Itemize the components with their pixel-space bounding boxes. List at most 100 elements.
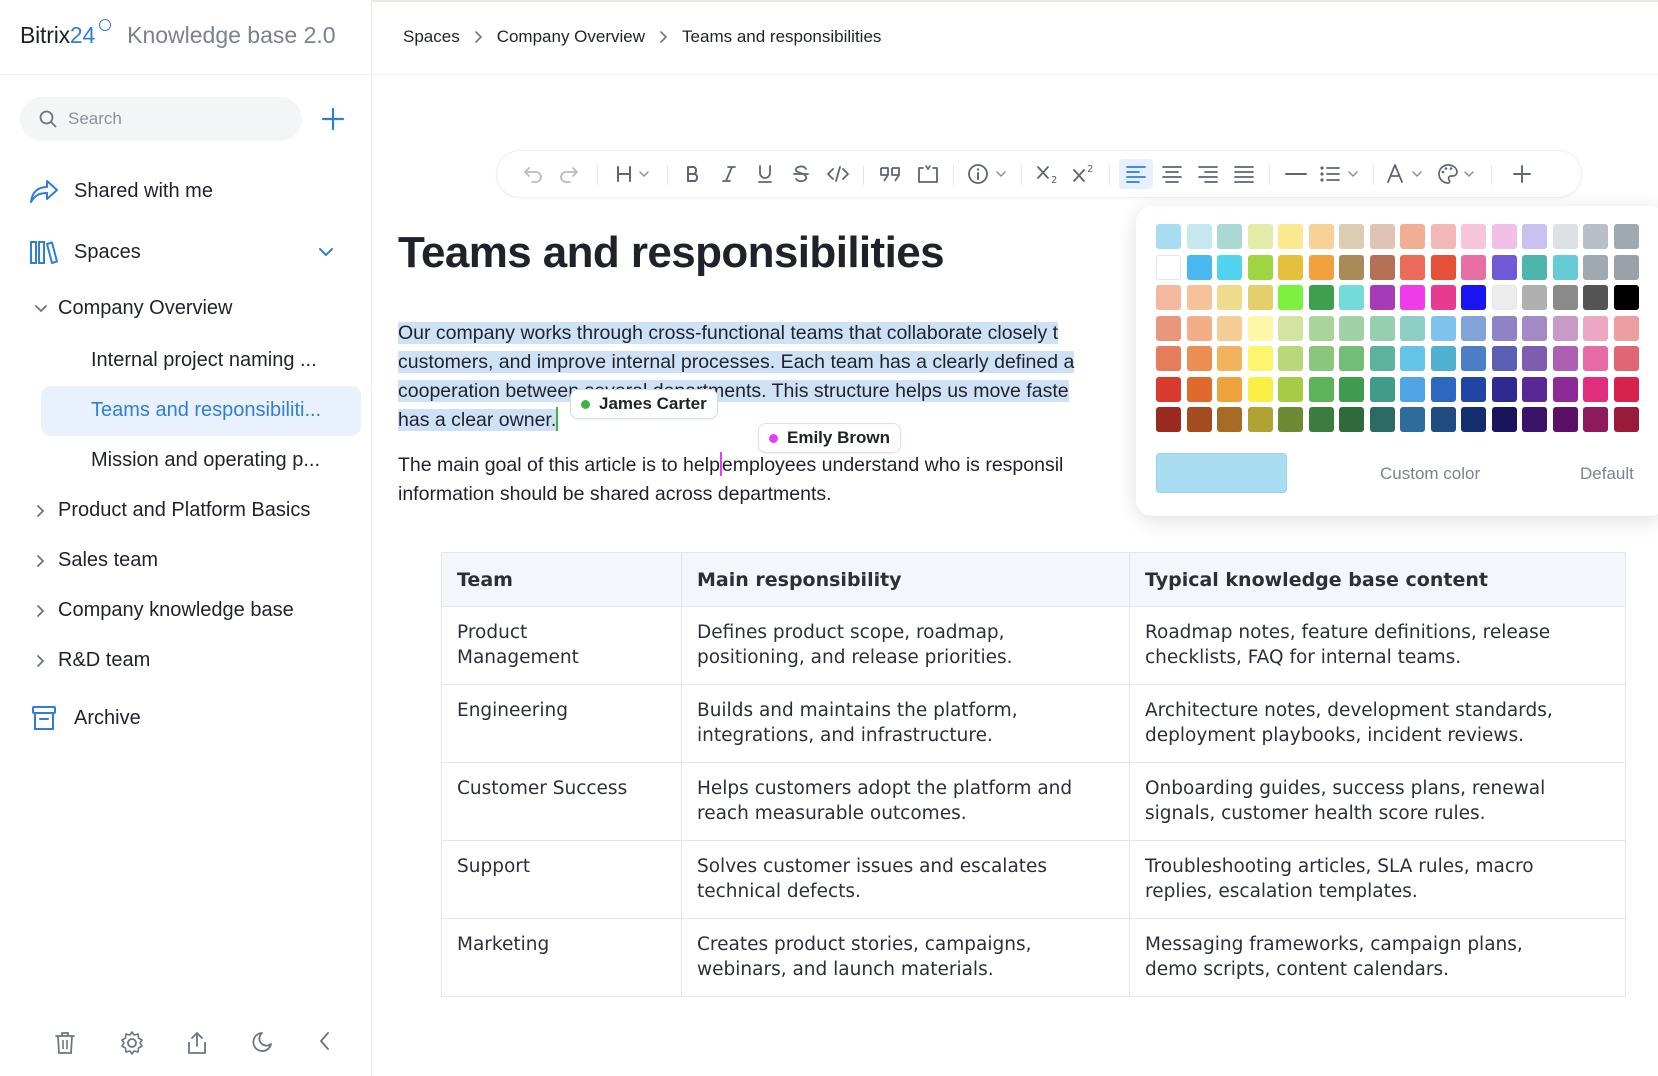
color-swatch[interactable] [1583, 254, 1608, 280]
color-swatch[interactable] [1278, 254, 1303, 280]
table-cell-team[interactable]: Customer Success [441, 762, 682, 841]
color-swatch[interactable] [1491, 346, 1517, 371]
color-swatch[interactable] [1491, 315, 1517, 341]
color-swatch[interactable] [1186, 376, 1212, 402]
color-swatch[interactable] [1278, 376, 1303, 402]
color-swatch[interactable] [1583, 407, 1608, 432]
color-swatch[interactable] [1369, 376, 1395, 402]
color-swatch[interactable] [1552, 376, 1578, 402]
color-swatch[interactable] [1400, 376, 1425, 402]
color-swatch[interactable] [1308, 254, 1334, 280]
color-swatch[interactable] [1186, 346, 1212, 371]
color-swatch[interactable] [1583, 376, 1608, 402]
breadcrumb-spaces[interactable]: Spaces [403, 27, 460, 47]
color-swatch[interactable] [1156, 224, 1181, 249]
color-swatch[interactable] [1552, 315, 1578, 341]
color-swatch[interactable] [1461, 376, 1486, 402]
undo-button[interactable] [519, 151, 547, 197]
color-swatch[interactable] [1156, 315, 1181, 341]
tree-item-sales-team[interactable]: Sales team [30, 549, 158, 572]
color-swatch[interactable] [1217, 315, 1242, 341]
color-swatch[interactable] [1583, 285, 1608, 310]
color-swatch[interactable] [1552, 285, 1578, 310]
table-cell-responsibility[interactable]: Helps customers adopt the platform and re… [681, 762, 1130, 841]
color-swatch[interactable] [1247, 254, 1273, 280]
table-cell-team[interactable]: Product Management [441, 606, 682, 685]
color-swatch[interactable] [1613, 315, 1639, 341]
color-swatch[interactable] [1583, 315, 1608, 341]
color-swatch[interactable] [1247, 376, 1273, 402]
align-center-button[interactable] [1157, 151, 1187, 197]
color-swatch[interactable] [1369, 346, 1395, 371]
color-swatch[interactable] [1491, 254, 1517, 280]
table-cell-team[interactable]: Support [441, 840, 682, 919]
trash-button[interactable] [53, 1030, 81, 1058]
table-header-responsibility[interactable]: Main responsibility [681, 552, 1130, 607]
color-swatch[interactable] [1613, 254, 1639, 280]
color-swatch[interactable] [1491, 376, 1517, 402]
color-swatch[interactable] [1156, 407, 1181, 432]
table-cell-responsibility[interactable]: Defines product scope, roadmap, positioni… [681, 606, 1130, 685]
color-swatch[interactable] [1400, 315, 1425, 341]
table-cell-content[interactable]: Troubleshooting articles, SLA rules, mac… [1129, 840, 1626, 919]
color-swatch[interactable] [1308, 315, 1334, 341]
color-swatch[interactable] [1247, 346, 1273, 371]
color-swatch[interactable] [1461, 315, 1486, 341]
color-swatch[interactable] [1186, 224, 1212, 249]
redo-button[interactable] [555, 151, 583, 197]
color-swatch[interactable] [1552, 407, 1578, 432]
dark-mode-button[interactable] [251, 1030, 279, 1058]
paragraph-2[interactable]: The main goal of this article is to help… [398, 451, 1063, 509]
brand-logo[interactable]: Bitrix 24 Knowledge base 2.0 [20, 19, 336, 56]
color-swatch[interactable] [1461, 285, 1486, 310]
color-swatch[interactable] [1247, 315, 1273, 341]
table-cell-team[interactable]: Engineering [441, 684, 682, 763]
color-swatch[interactable] [1400, 254, 1425, 280]
color-swatch[interactable] [1308, 224, 1334, 249]
color-swatch[interactable] [1339, 224, 1364, 249]
align-left-button[interactable] [1119, 159, 1153, 189]
color-swatch[interactable] [1156, 376, 1181, 402]
color-swatch[interactable] [1339, 285, 1364, 310]
color-swatch[interactable] [1461, 224, 1486, 249]
export-button[interactable] [185, 1030, 213, 1058]
quote-button[interactable] [875, 151, 905, 197]
color-swatch[interactable] [1613, 407, 1639, 432]
table-header-team[interactable]: Team [441, 552, 682, 607]
color-swatch[interactable] [1369, 254, 1395, 280]
bold-button[interactable] [679, 151, 707, 197]
color-swatch[interactable] [1430, 407, 1456, 432]
table-cell-responsibility[interactable]: Builds and maintains the platform, integr… [681, 684, 1130, 763]
color-swatch[interactable] [1308, 376, 1334, 402]
color-swatch[interactable] [1339, 376, 1364, 402]
italic-button[interactable] [715, 151, 743, 197]
color-swatch[interactable] [1339, 346, 1364, 371]
color-swatch[interactable] [1400, 285, 1425, 310]
tree-leaf-internal-project-naming[interactable]: Internal project naming ... [91, 349, 317, 372]
table-cell-content[interactable]: Roadmap notes, feature definitions, rele… [1129, 606, 1626, 685]
color-swatch[interactable] [1522, 376, 1547, 402]
tree-leaf-mission-and-operating[interactable]: Mission and operating p... [91, 449, 320, 472]
table-cell-responsibility[interactable]: Creates product stories, campaigns, webin… [681, 918, 1130, 997]
color-swatch[interactable] [1400, 407, 1425, 432]
color-swatch[interactable] [1430, 346, 1456, 371]
color-swatch[interactable] [1522, 285, 1547, 310]
color-swatch[interactable] [1156, 285, 1181, 310]
color-swatch[interactable] [1217, 407, 1242, 432]
nav-shared-with-me[interactable]: Shared with me [28, 177, 213, 205]
color-swatch[interactable] [1430, 315, 1456, 341]
color-swatch[interactable] [1583, 346, 1608, 371]
color-swatch[interactable] [1186, 407, 1212, 432]
color-swatch[interactable] [1552, 346, 1578, 371]
tree-item-product-platform-basics[interactable]: Product and Platform Basics [30, 499, 310, 522]
color-swatch[interactable] [1278, 224, 1303, 249]
color-swatch[interactable] [1339, 407, 1364, 432]
nav-spaces[interactable]: Spaces [28, 238, 141, 266]
color-swatch[interactable] [1369, 224, 1395, 249]
insert-button[interactable] [1507, 151, 1537, 197]
color-swatch[interactable] [1186, 254, 1212, 280]
color-swatch[interactable] [1491, 224, 1517, 249]
tree-item-company-knowledge-base[interactable]: Company knowledge base [30, 599, 294, 622]
color-swatch[interactable] [1430, 254, 1456, 280]
add-button[interactable] [318, 104, 348, 134]
